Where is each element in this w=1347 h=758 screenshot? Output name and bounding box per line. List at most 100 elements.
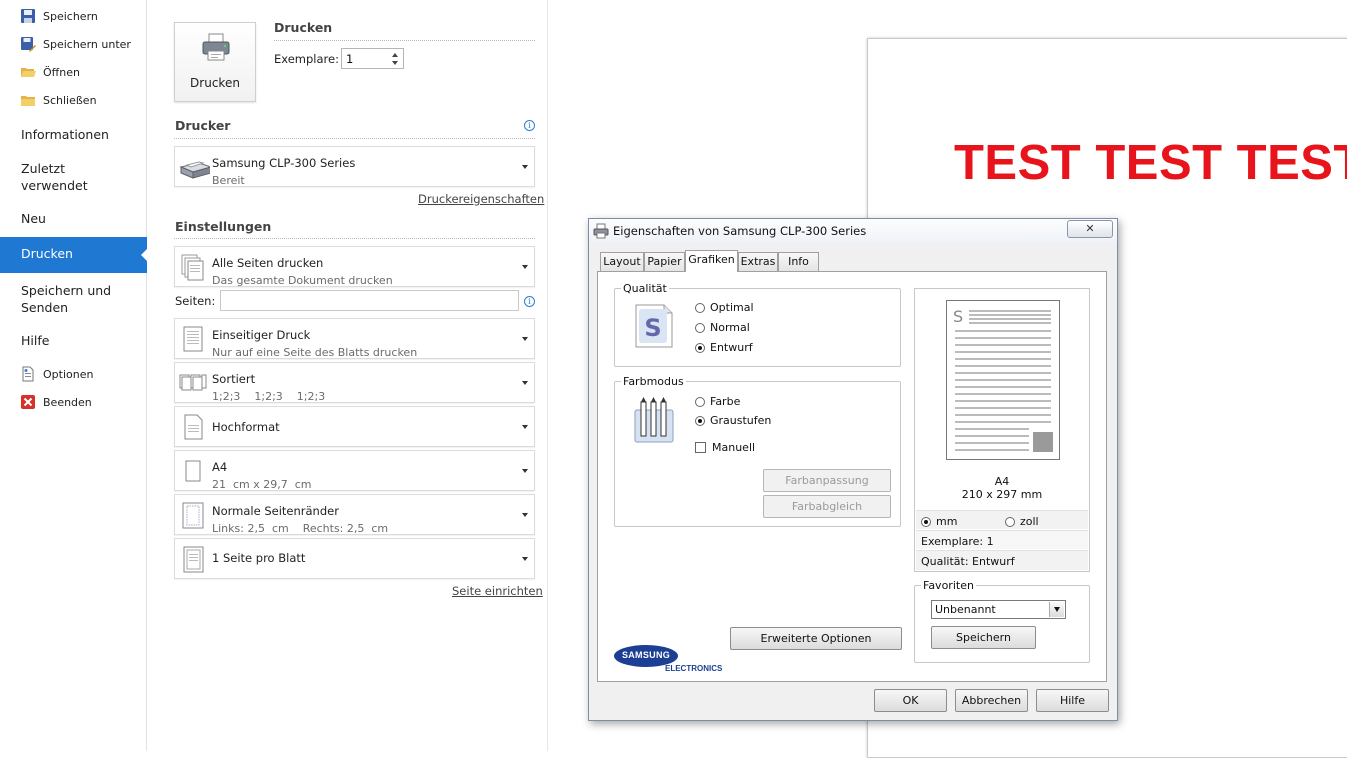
- setting-subtitle: Links: 2,5 cm Rechts: 2,5 cm: [212, 522, 389, 535]
- setting-paper-size[interactable]: A4 21 cm x 29,7 cm: [174, 450, 535, 491]
- nav-new[interactable]: Neu: [21, 210, 46, 227]
- nav-open[interactable]: Öffnen: [20, 62, 80, 82]
- printer-small-icon: [593, 223, 609, 239]
- setting-title: Alle Seiten drucken: [212, 256, 324, 270]
- print-big-button[interactable]: Drucken: [174, 22, 256, 102]
- nav-save-as[interactable]: Speichern unter: [20, 34, 131, 54]
- print-header-divider: [274, 40, 535, 41]
- advanced-options-button[interactable]: Erweiterte Optionen: [730, 627, 902, 650]
- nav-close[interactable]: Schließen: [20, 90, 97, 110]
- print-header: Drucken: [274, 20, 333, 35]
- exit-x-icon: [21, 395, 35, 409]
- samsung-logo: SAMSUNG ELECTRONICS: [614, 645, 724, 675]
- unit-inch-radio[interactable]: zoll: [1005, 515, 1039, 528]
- close-button[interactable]: ✕: [1067, 220, 1113, 238]
- quality-optimal-radio[interactable]: Optimal: [695, 301, 754, 314]
- floppy-disk-icon: [21, 9, 35, 23]
- color-adjust-button[interactable]: Farbanpassung: [763, 469, 891, 492]
- spin-down-icon[interactable]: [392, 61, 398, 65]
- tab-papier[interactable]: Papier: [644, 252, 685, 271]
- printer-info-icon[interactable]: i: [524, 120, 535, 131]
- radio-circle: [1005, 516, 1015, 527]
- close-icon: ✕: [1085, 222, 1095, 235]
- printer-properties-link[interactable]: Druckereigenschaften: [418, 192, 544, 206]
- nav-open-label: Öffnen: [43, 65, 80, 79]
- nav-share[interactable]: Speichern und Senden: [21, 282, 111, 316]
- setting-title: 1 Seite pro Blatt: [212, 551, 306, 565]
- ok-button[interactable]: OK: [874, 689, 947, 712]
- chevron-down-icon: [522, 265, 528, 269]
- grafiken-tab-panel: Qualität S Optimal Normal Entwurf Farbmo…: [597, 271, 1107, 682]
- unit-mm-radio[interactable]: mm: [921, 515, 957, 528]
- favorites-legend: Favoriten: [923, 579, 974, 592]
- pages-input[interactable]: [220, 290, 519, 311]
- tab-grafiken[interactable]: Grafiken: [685, 250, 738, 272]
- printer-status: Bereit: [212, 174, 245, 187]
- radio-label: Graustufen: [710, 414, 772, 427]
- favorites-selected: Unbenannt: [935, 603, 996, 616]
- color-radio[interactable]: Farbe: [695, 395, 740, 408]
- page-setup-link[interactable]: Seite einrichten: [452, 584, 543, 598]
- quality-normal-radio[interactable]: Normal: [695, 321, 750, 334]
- tab-extras[interactable]: Extras: [738, 252, 778, 271]
- radio-label: Optimal: [710, 301, 754, 314]
- dropdown-button[interactable]: [1049, 602, 1064, 617]
- nav-help[interactable]: Hilfe: [21, 332, 49, 349]
- chevron-down-icon: [522, 165, 528, 169]
- radio-label: zoll: [1020, 515, 1039, 528]
- printer-header: Drucker: [175, 118, 231, 133]
- print-settings-panel: Drucken Drucken Exemplare: 1 Drucker i S…: [148, 0, 548, 751]
- favorites-save-button[interactable]: Speichern: [931, 626, 1036, 649]
- checkbox-label: Manuell: [712, 441, 756, 454]
- setting-duplex[interactable]: Einseitiger Druck Nur auf eine Seite des…: [174, 318, 535, 359]
- printer-header-divider: [174, 138, 535, 139]
- spin-up-icon[interactable]: [392, 53, 398, 57]
- preview-page-thumbnail: S: [946, 300, 1060, 460]
- nav-recent-line1: Zuletzt: [21, 161, 66, 176]
- help-button[interactable]: Hilfe: [1036, 689, 1109, 712]
- nav-informationen[interactable]: Informationen: [21, 126, 109, 143]
- nav-options[interactable]: Optionen: [20, 364, 93, 384]
- chevron-down-icon: [522, 425, 528, 429]
- tab-layout[interactable]: Layout: [600, 252, 644, 271]
- nav-exit[interactable]: Beenden: [20, 392, 92, 412]
- nav-save[interactable]: Speichern: [20, 6, 98, 26]
- color-match-button[interactable]: Farbabgleich: [763, 495, 891, 518]
- chevron-down-icon: [522, 469, 528, 473]
- setting-title: A4: [212, 460, 228, 474]
- radio-circle: [695, 302, 705, 313]
- setting-orientation[interactable]: Hochformat: [174, 406, 535, 447]
- favorites-select[interactable]: Unbenannt: [931, 600, 1066, 619]
- chevron-down-icon: [522, 381, 528, 385]
- grayscale-radio[interactable]: Graustufen: [695, 414, 771, 427]
- pages-label: Seiten:: [175, 294, 216, 308]
- radio-label: Farbe: [710, 395, 741, 408]
- copies-spinner[interactable]: 1: [341, 48, 404, 69]
- setting-pages-range[interactable]: Alle Seiten drucken Das gesamte Dokument…: [174, 246, 535, 287]
- nav-recent[interactable]: Zuletzt verwendet: [21, 160, 88, 194]
- quality-draft-radio[interactable]: Entwurf: [695, 341, 753, 354]
- nav-options-label: Optionen: [43, 367, 94, 381]
- nav-exit-label: Beenden: [43, 395, 92, 409]
- nav-share-line2: Senden: [21, 300, 69, 315]
- manual-checkbox[interactable]: Manuell: [695, 441, 755, 454]
- setting-margins[interactable]: Normale Seitenränder Links: 2,5 cm Recht…: [174, 494, 535, 535]
- single-sided-page-icon: [183, 326, 203, 352]
- copies-summary: Exemplare: 1: [916, 530, 1088, 549]
- setting-collate[interactable]: Sortiert 1;2;3 1;2;3 1;2;3: [174, 362, 535, 403]
- setting-pages-per-sheet[interactable]: 1 Seite pro Blatt: [174, 538, 535, 579]
- collated-pages-icon: [179, 374, 207, 391]
- printer-select[interactable]: Samsung CLP-300 Series Bereit: [174, 146, 535, 187]
- text-lines-graphic: [955, 310, 1053, 452]
- pages-info-icon[interactable]: i: [524, 296, 535, 307]
- color-pens-icon: [634, 397, 674, 443]
- tab-info[interactable]: Info: [778, 252, 819, 271]
- setting-subtitle: 1;2;3 1;2;3 1;2;3: [212, 390, 326, 403]
- settings-header-divider: [174, 238, 535, 239]
- print-big-button-label: Drucken: [190, 76, 240, 90]
- cancel-button[interactable]: Abbrechen: [955, 689, 1028, 712]
- quality-summary: Qualität: Entwurf: [916, 550, 1088, 570]
- nav-print-active[interactable]: Drucken: [0, 237, 148, 273]
- dialog-titlebar[interactable]: Eigenschaften von Samsung CLP-300 Series…: [589, 219, 1117, 243]
- quality-s-icon: S: [635, 304, 673, 348]
